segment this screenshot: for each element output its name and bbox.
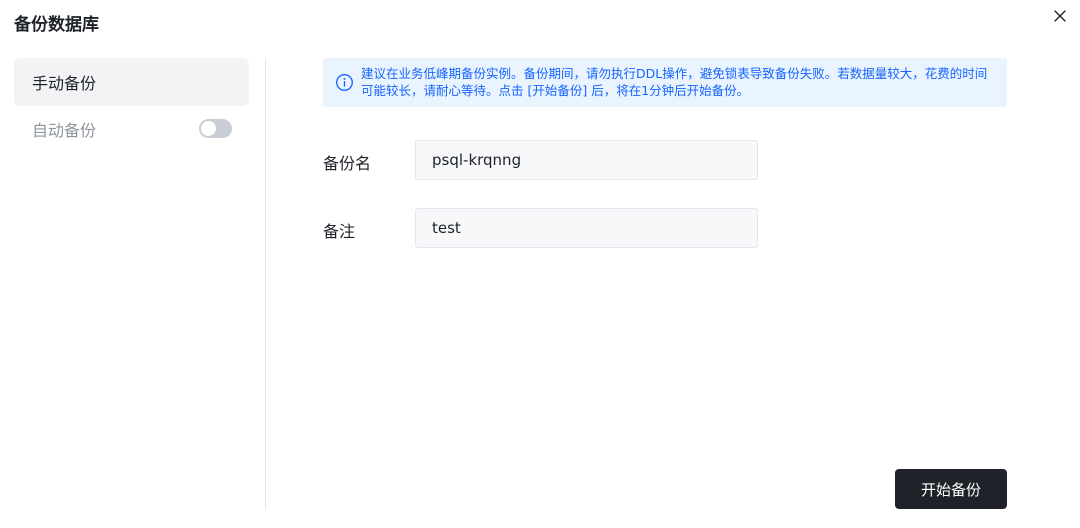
- info-notice: 建议在业务低峰期备份实例。备份期间，请勿执行DDL操作，避免锁表导致备份失败。若…: [323, 58, 1007, 107]
- divider: [265, 58, 266, 510]
- backup-name-label: 备份名: [323, 154, 372, 173]
- note-input[interactable]: [415, 208, 758, 248]
- backup-name-input[interactable]: [415, 140, 758, 180]
- sidebar-item-auto-backup[interactable]: 自动备份: [14, 106, 249, 152]
- sidebar-item-label: 手动备份: [32, 74, 97, 93]
- sidebar-item-manual-backup[interactable]: 手动备份: [14, 58, 249, 106]
- info-icon: [336, 74, 353, 91]
- sidebar: 手动备份 自动备份: [14, 58, 249, 152]
- note-label: 备注: [323, 222, 356, 241]
- auto-backup-toggle[interactable]: [199, 119, 232, 138]
- toggle-knob: [201, 121, 216, 136]
- dialog-title: 备份数据库: [14, 15, 99, 35]
- sidebar-item-label: 自动备份: [32, 121, 97, 140]
- close-icon: [1054, 10, 1066, 22]
- notice-text: 建议在业务低峰期备份实例。备份期间，请勿执行DDL操作，避免锁表导致备份失败。若…: [361, 66, 988, 98]
- close-button[interactable]: [1048, 4, 1072, 28]
- start-backup-button[interactable]: 开始备份: [895, 469, 1007, 509]
